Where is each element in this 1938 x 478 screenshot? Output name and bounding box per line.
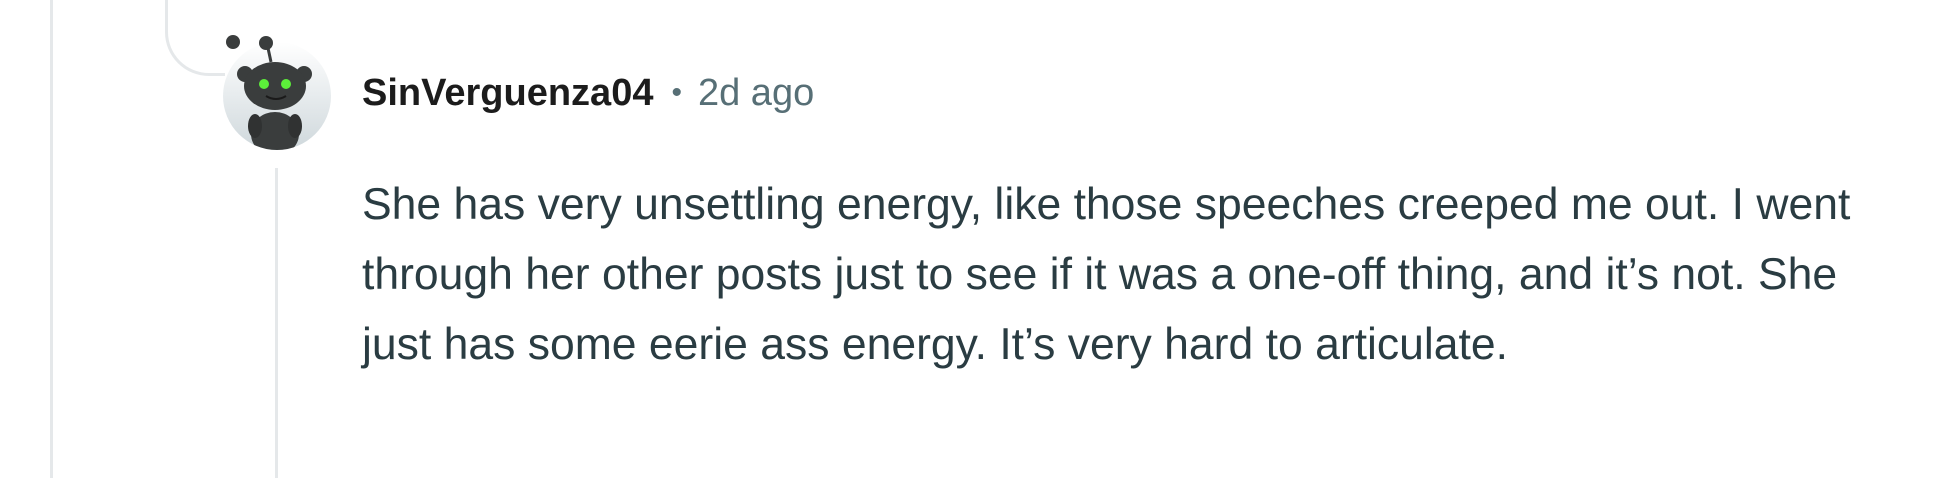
- comment-text: She has very unsettling energy, like tho…: [362, 180, 1851, 369]
- meta-separator: •: [671, 76, 682, 109]
- user-avatar[interactable]: [219, 34, 335, 150]
- comment-timestamp[interactable]: 2d ago: [698, 72, 814, 115]
- comment-header: SinVerguenza04 • 2d ago: [362, 70, 814, 116]
- comment-body: She has very unsettling energy, like tho…: [362, 170, 1862, 380]
- snoo-avatar-icon: [223, 35, 331, 150]
- parent-thread-line[interactable]: [50, 0, 53, 478]
- comment-thread-line[interactable]: [275, 168, 278, 478]
- comment-author-link[interactable]: SinVerguenza04: [362, 72, 653, 115]
- reply-thread-connector: [165, 0, 225, 76]
